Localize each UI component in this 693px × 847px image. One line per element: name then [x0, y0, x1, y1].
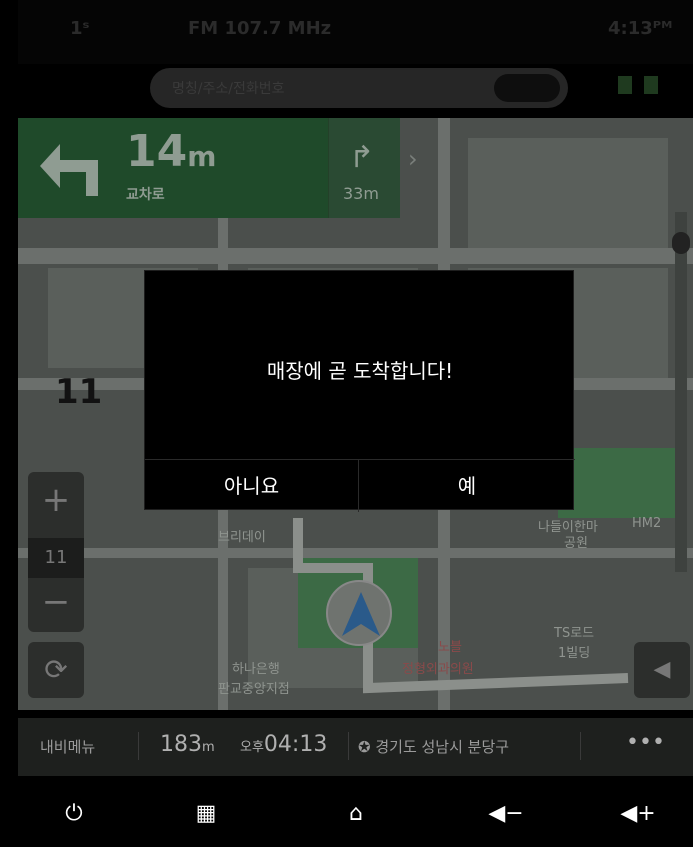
- map-scrollbar[interactable]: [675, 212, 687, 572]
- map-label-ts: TS로드: [554, 626, 595, 641]
- status-radio: FM 107.7 MHz: [188, 18, 332, 39]
- speed-limit: 11: [55, 372, 103, 412]
- status-clock: 4:13ᴾᴹ: [608, 18, 673, 39]
- volume-down-icon[interactable]: ◀−: [486, 794, 526, 834]
- arrival-dialog: 매장에 곧 도착합니다! 아니요 예: [144, 270, 575, 512]
- car-position-marker: [326, 580, 392, 646]
- apps-grid-icon[interactable]: ▦: [186, 794, 226, 834]
- no-button[interactable]: 아니요: [145, 460, 359, 512]
- turn-left-arrow-icon: [40, 144, 98, 196]
- remaining-distance: 183m: [160, 732, 215, 757]
- map-label-clinic: 노블: [438, 640, 462, 655]
- turn-guidance-panel[interactable]: 14m 교차로 ↱ 33m: [18, 118, 400, 218]
- turn-right-arrow-icon: ↱: [349, 140, 375, 175]
- turn-crossing-label: 교차로: [126, 187, 165, 203]
- chevron-right-icon[interactable]: ›: [408, 145, 418, 173]
- dialog-message: 매장에 곧 도착합니다!: [266, 359, 454, 383]
- route-info-bar: 내비메뉴 183m 오후04:13 ✪ 경기도 성남시 분당구 •••: [18, 718, 693, 776]
- system-nav-bar: ⏻ ▦ ⌂ ◀− ◀+: [18, 776, 693, 847]
- map-label-ts2: 1빌딩: [558, 646, 591, 661]
- status-bar: 1ˢ FM 107.7 MHz 4:13ᴾᴹ: [18, 0, 693, 64]
- next-turn-distance: 33m: [343, 184, 379, 203]
- map-label-brewery: 브리데이: [218, 530, 266, 545]
- map-label-clinic2: 정형외과의원: [402, 662, 474, 677]
- search-placeholder: 명칭/주소/전화번호: [172, 81, 285, 97]
- destination-address: ✪ 경기도 성남시 분당구: [358, 738, 510, 756]
- arrival-time: 오후04:13: [240, 732, 328, 757]
- zoom-in-button[interactable]: +: [28, 480, 84, 520]
- zoom-level: 11: [28, 538, 84, 578]
- zoom-out-button[interactable]: −: [28, 582, 84, 622]
- search-bar[interactable]: 명칭/주소/전화번호: [150, 68, 568, 108]
- turn-distance: 14m: [126, 126, 217, 177]
- dialog-buttons: 아니요 예: [145, 459, 575, 512]
- map-label-hm: HM2: [632, 516, 662, 531]
- speaker-icon: ◀: [653, 657, 671, 682]
- volume-up-icon[interactable]: ◀+: [618, 794, 658, 834]
- next-turn: ↱ 33m: [328, 118, 400, 218]
- compass-icon[interactable]: [672, 232, 690, 254]
- recenter-button[interactable]: ⟳: [28, 642, 84, 698]
- download-icon: [644, 76, 658, 94]
- car-arrow-icon: [342, 592, 380, 636]
- sync-icon: ⟳: [44, 653, 68, 686]
- sound-button[interactable]: ◀: [634, 642, 690, 698]
- more-button[interactable]: •••: [626, 730, 665, 755]
- navigation-screen: 1ˢ FM 107.7 MHz 4:13ᴾᴹ 명칭/주소/전화번호 브리데이 나…: [0, 0, 693, 847]
- nav-menu-button[interactable]: 내비메뉴: [40, 736, 95, 757]
- location-icon: ✪: [358, 738, 376, 756]
- power-icon[interactable]: ⏻: [54, 794, 94, 834]
- top-icons: [618, 76, 678, 98]
- battery-icon: [618, 76, 632, 94]
- map-label-bank: 하나은행: [232, 662, 280, 677]
- map-label-bank2: 판교중앙지점: [218, 682, 290, 697]
- yes-button[interactable]: 예: [360, 460, 574, 512]
- map-label-park2: 공원: [564, 536, 588, 551]
- search-button[interactable]: [494, 74, 560, 102]
- zoom-control: + 11 −: [28, 472, 84, 632]
- status-left: 1ˢ: [70, 18, 90, 39]
- home-icon[interactable]: ⌂: [336, 794, 376, 834]
